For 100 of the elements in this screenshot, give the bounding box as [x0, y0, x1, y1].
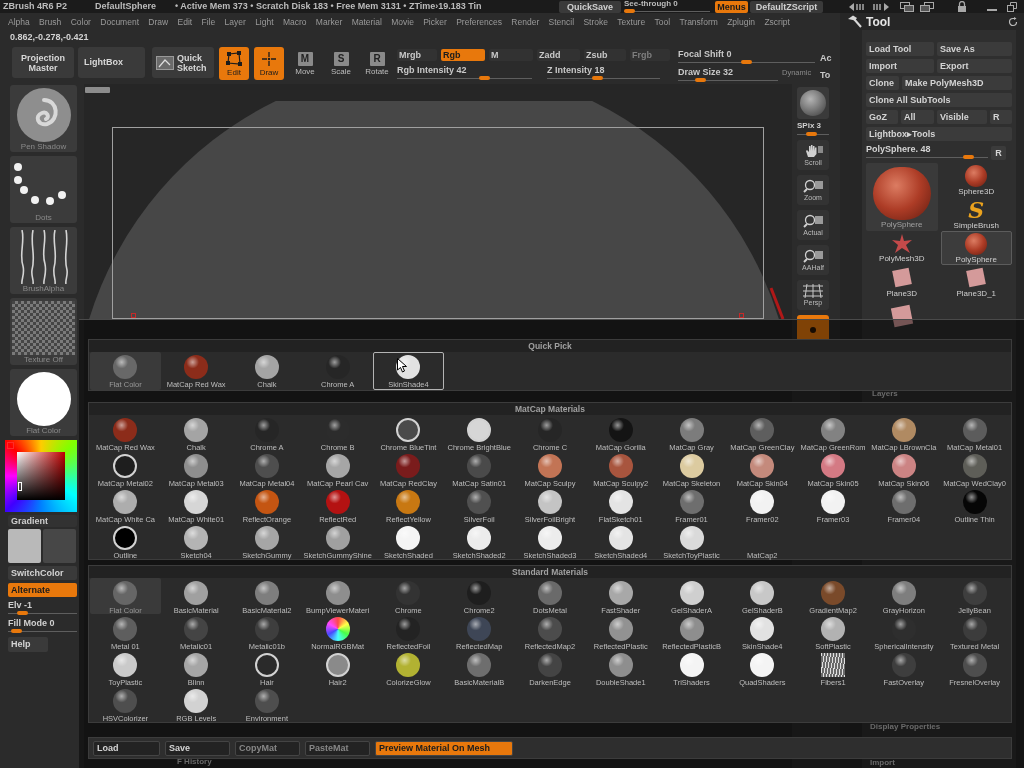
tool-button[interactable]: All — [901, 110, 934, 124]
menu-item[interactable]: Macro — [282, 16, 307, 27]
picker-button[interactable]: Load — [93, 740, 160, 756]
slider-thumb[interactable] — [806, 132, 818, 136]
menu-item[interactable]: Preferences — [456, 16, 502, 27]
picker-button[interactable]: Save — [165, 740, 230, 756]
arrow-bars-icon[interactable] — [849, 1, 867, 12]
slider-thumb[interactable] — [694, 78, 706, 82]
tool-button[interactable]: Clone — [866, 76, 899, 90]
lightbox-button[interactable]: LightBox — [78, 47, 145, 78]
canvas-handle[interactable] — [85, 87, 110, 93]
switch-color-button[interactable]: SwitchColor — [8, 566, 77, 580]
menu-item[interactable]: Transform — [679, 16, 718, 27]
tool-thumbnail[interactable]: PolySphere — [940, 231, 1012, 265]
tool-thumbnail[interactable]: S SimpleBrush — [940, 197, 1012, 231]
channel-button[interactable]: M — [489, 49, 533, 61]
tool-button[interactable]: GoZ — [866, 110, 898, 124]
color-swatch[interactable] — [8, 529, 41, 563]
quick-sketch-button[interactable]: Quick Sketch — [152, 47, 214, 78]
channel-button[interactable]: Mrgb — [397, 49, 437, 61]
bars-arrow-icon[interactable] — [871, 1, 889, 12]
restore-icon[interactable] — [1007, 1, 1017, 12]
menu-item[interactable]: Movie — [391, 16, 414, 27]
tool-button[interactable]: Import — [866, 59, 934, 73]
slider-label: SPix 3 — [797, 121, 822, 131]
menu-item[interactable]: Stencil — [548, 16, 575, 27]
tool-thumbnail[interactable]: Sphere3D — [940, 163, 1012, 197]
menu-item[interactable]: Brush — [39, 16, 62, 27]
menu-item[interactable]: Document — [100, 16, 139, 27]
reset-button[interactable]: R — [991, 146, 1006, 160]
menu-item[interactable]: Edit — [177, 16, 193, 27]
toolbar-label[interactable]: To — [820, 70, 835, 80]
menu-item[interactable]: Zplugin — [727, 16, 756, 27]
slider-thumb[interactable] — [10, 629, 22, 633]
slider-track[interactable] — [866, 155, 988, 159]
channel-button[interactable]: Rgb — [441, 49, 485, 61]
slider-track[interactable] — [624, 9, 710, 13]
menu-item[interactable]: Material — [351, 16, 382, 27]
tool-thumbnail[interactable]: PolyMesh3D — [866, 231, 938, 265]
depth-button[interactable]: Zsub — [584, 49, 626, 61]
slider-track[interactable] — [8, 611, 77, 615]
slider-thumb[interactable] — [478, 76, 490, 80]
menu-item[interactable]: Alpha — [8, 16, 30, 27]
help-button[interactable]: Help — [8, 637, 48, 652]
slider-track[interactable] — [678, 60, 815, 64]
windows-icon[interactable] — [920, 1, 934, 12]
script-button[interactable]: DefaultZScript — [750, 0, 823, 13]
menu-item[interactable]: Texture — [617, 16, 646, 27]
color-picker[interactable] — [5, 440, 77, 512]
slider-track[interactable] — [797, 132, 829, 136]
tool-thumbnail[interactable]: Plane3D — [866, 265, 938, 299]
windows-icon[interactable] — [900, 1, 914, 12]
menus-button[interactable]: Menus — [715, 0, 748, 13]
menu-item[interactable]: Color — [70, 16, 91, 27]
mode-button[interactable]: Edit — [219, 47, 249, 80]
tool-thumbnail[interactable]: Plane3D_1 — [940, 265, 1012, 299]
slider-thumb[interactable] — [741, 60, 752, 64]
menu-item[interactable]: Layer — [224, 16, 246, 27]
slider-thumb[interactable] — [591, 76, 603, 80]
menu-item[interactable]: Marker — [315, 16, 343, 27]
tool-button[interactable]: Lightbox▸Tools — [866, 127, 1012, 141]
menu-item[interactable]: Render — [511, 16, 540, 27]
sphere-preview-button[interactable] — [797, 87, 829, 119]
slider-track[interactable] — [678, 78, 778, 82]
tool-button[interactable]: Export — [937, 59, 1012, 73]
magnifier-icon — [803, 213, 823, 228]
projection-master-button[interactable]: Projection Master — [12, 47, 74, 78]
menu-item[interactable]: Tool — [654, 16, 671, 27]
slider-track[interactable] — [8, 629, 77, 633]
color-swatch[interactable] — [43, 529, 76, 563]
slider-thumb[interactable] — [624, 9, 635, 13]
slider-thumb[interactable] — [16, 611, 28, 615]
mode-button[interactable]: M Move — [290, 47, 320, 80]
menu-item[interactable]: Light — [255, 16, 274, 27]
toolbar-label[interactable]: Ac — [820, 53, 835, 63]
tool-button[interactable]: Save As — [937, 42, 1012, 56]
gradient-button[interactable]: Gradient — [8, 515, 77, 527]
slider-track[interactable] — [397, 76, 532, 80]
menu-item[interactable]: File — [201, 16, 216, 27]
quicksave-button[interactable]: QuickSave — [559, 0, 621, 13]
menu-item[interactable]: Picker — [423, 16, 447, 27]
tool-button[interactable]: Load Tool — [866, 42, 934, 56]
depth-button[interactable]: Zadd — [537, 49, 580, 61]
mode-button[interactable]: Draw — [254, 47, 284, 80]
menu-item[interactable]: Draw — [148, 16, 169, 27]
refresh-icon[interactable] — [1008, 16, 1018, 27]
alternate-button[interactable]: Alternate — [8, 583, 77, 597]
slider-track[interactable] — [547, 76, 660, 80]
menu-item[interactable]: Stroke — [583, 16, 608, 27]
picker-button[interactable]: Preview Material On Mesh — [375, 740, 513, 756]
mode-button[interactable]: R Rotate — [362, 47, 392, 80]
tool-button[interactable]: Visible — [937, 110, 987, 124]
slider-thumb[interactable] — [962, 155, 974, 159]
tool-button[interactable]: R — [990, 110, 1012, 124]
tool-button[interactable]: Make PolyMesh3D — [902, 76, 1012, 90]
mode-button[interactable]: S Scale — [326, 47, 356, 80]
lock-icon[interactable] — [957, 1, 967, 12]
menu-item[interactable]: Zscript — [764, 16, 790, 27]
current-tool-thumbnail[interactable]: PolySphere — [866, 163, 938, 231]
tool-button[interactable]: Clone All SubTools — [866, 93, 1012, 107]
